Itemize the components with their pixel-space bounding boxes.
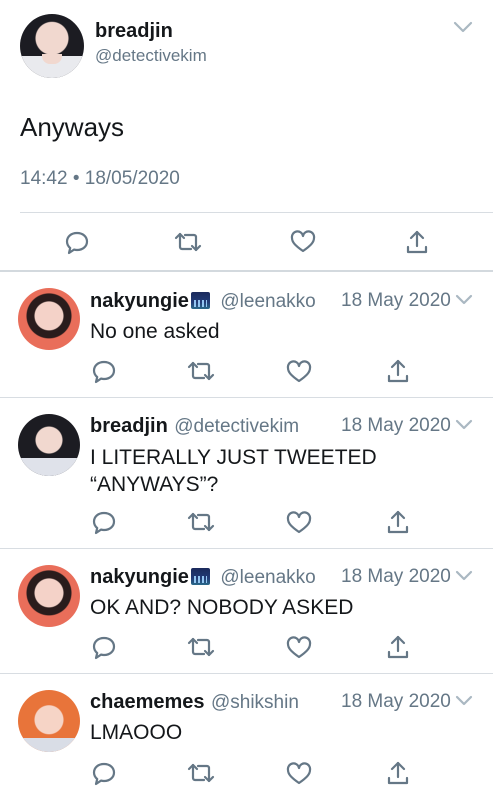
reply-text: I LITERALLY JUST TWEETED “ANYWAYS”? bbox=[90, 446, 377, 496]
chevron-down-icon[interactable] bbox=[455, 419, 473, 431]
avatar[interactable] bbox=[18, 690, 80, 752]
author-name[interactable]: nakyungie bbox=[90, 566, 189, 588]
chevron-down-icon[interactable] bbox=[455, 294, 473, 306]
reply-date[interactable]: 18 May 2020 bbox=[341, 566, 451, 588]
author-name[interactable]: breadjin bbox=[90, 415, 168, 437]
avatar[interactable] bbox=[20, 14, 84, 78]
avatar[interactable] bbox=[18, 288, 80, 350]
divider bbox=[20, 212, 493, 213]
reply-text: No one asked bbox=[90, 320, 220, 343]
share-icon[interactable] bbox=[386, 634, 410, 660]
avatar[interactable] bbox=[18, 565, 80, 627]
share-icon[interactable] bbox=[405, 229, 429, 255]
reply-date[interactable]: 18 May 2020 bbox=[341, 691, 451, 713]
author-handle[interactable]: @shikshin bbox=[211, 692, 299, 713]
reply-header: nakyungie @leenakko bbox=[90, 290, 316, 313]
night-city-emoji bbox=[190, 568, 210, 585]
reply-date[interactable]: 18 May 2020 bbox=[341, 415, 451, 437]
retweet-icon[interactable] bbox=[187, 359, 215, 383]
reply-text: LMAOOO bbox=[90, 721, 183, 744]
author-name[interactable]: nakyungie bbox=[90, 290, 189, 312]
divider bbox=[0, 673, 493, 674]
reply-date[interactable]: 18 May 2020 bbox=[341, 290, 451, 312]
reply-icon[interactable] bbox=[91, 761, 117, 787]
author-handle[interactable]: @detectivekim bbox=[174, 416, 299, 437]
share-icon[interactable] bbox=[386, 358, 410, 384]
chevron-down-icon[interactable] bbox=[453, 20, 473, 34]
chevron-down-icon[interactable] bbox=[455, 695, 473, 707]
reply-icon[interactable] bbox=[91, 635, 117, 661]
tweet-timestamp[interactable]: 14:42 • 18/05/2020 bbox=[20, 168, 180, 190]
reply-header: chaememes @shikshin bbox=[90, 691, 299, 714]
like-icon[interactable] bbox=[286, 636, 312, 660]
night-city-emoji bbox=[190, 292, 210, 309]
like-icon[interactable] bbox=[286, 762, 312, 786]
reply-header: nakyungie @leenakko bbox=[90, 566, 316, 589]
retweet-icon[interactable] bbox=[187, 761, 215, 785]
retweet-icon[interactable] bbox=[174, 230, 202, 254]
reply-icon[interactable] bbox=[91, 359, 117, 385]
author-name[interactable]: chaememes bbox=[90, 691, 205, 713]
divider bbox=[0, 548, 493, 549]
share-icon[interactable] bbox=[386, 760, 410, 786]
divider bbox=[0, 270, 493, 272]
reply-header: breadjin @detectivekim bbox=[90, 415, 299, 438]
author-handle[interactable]: @leenakko bbox=[220, 567, 315, 588]
avatar[interactable] bbox=[18, 414, 80, 476]
author-name[interactable]: breadjin bbox=[95, 20, 173, 43]
reply-icon[interactable] bbox=[64, 230, 90, 256]
author-handle[interactable]: @leenakko bbox=[220, 291, 315, 312]
divider bbox=[0, 397, 493, 398]
like-icon[interactable] bbox=[290, 230, 316, 254]
like-icon[interactable] bbox=[286, 511, 312, 535]
reply-text: OK AND? NOBODY ASKED bbox=[90, 596, 354, 619]
retweet-icon[interactable] bbox=[187, 635, 215, 659]
like-icon[interactable] bbox=[286, 360, 312, 384]
share-icon[interactable] bbox=[386, 509, 410, 535]
chevron-down-icon[interactable] bbox=[455, 570, 473, 582]
reply-icon[interactable] bbox=[91, 510, 117, 536]
author-handle[interactable]: @detectivekim bbox=[95, 46, 207, 66]
tweet-text: Anyways bbox=[20, 112, 125, 142]
retweet-icon[interactable] bbox=[187, 510, 215, 534]
